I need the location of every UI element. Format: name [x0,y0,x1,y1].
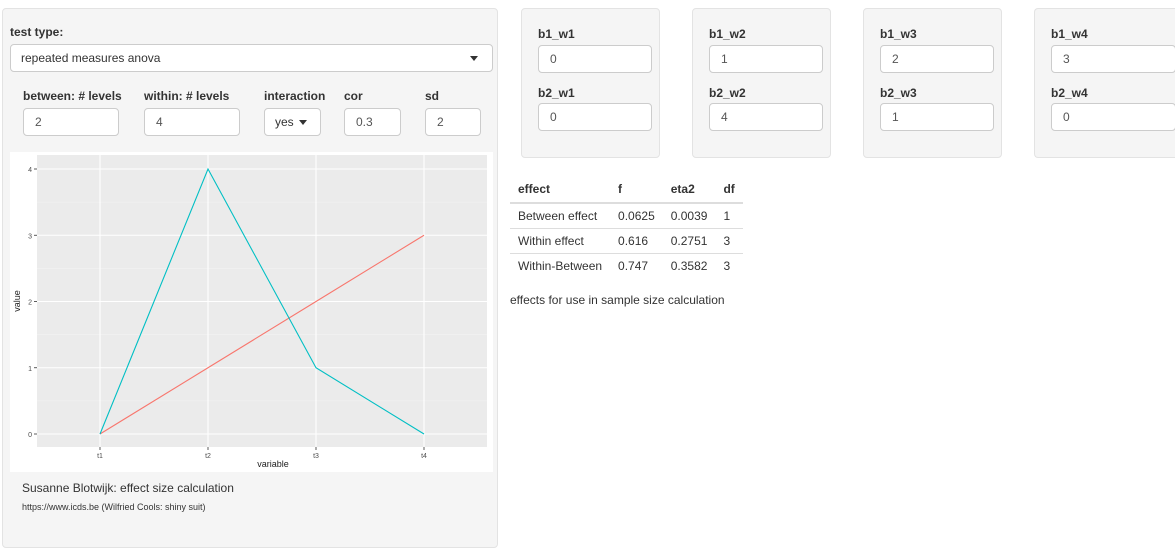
table-row: Within effect 0.616 0.2751 3 [510,228,743,254]
means-panel-w2: b1_w2 1 b2_w2 4 [692,8,831,158]
df-cell: 3 [715,253,743,279]
column-header: df [715,176,743,204]
f-cell: 0.0625 [610,202,663,229]
x-tick-label: t1 [97,453,103,460]
b1-w2-input[interactable]: 1 [709,45,823,73]
x-tick-label: t2 [205,453,211,460]
y-tick-label: 1 [28,366,32,373]
within-levels-label: within: # levels [144,89,230,103]
f-cell: 0.747 [610,253,663,279]
x-tick-label: t4 [421,453,427,460]
caret-down-icon [470,56,478,61]
table-header-row: effect f eta2 df [510,176,743,204]
means-plot: 0 1 2 3 4 t1 t2 t3 t4 variable value [10,152,493,472]
means-panel-w1: b1_w1 0 b2_w1 0 [521,8,660,158]
b1-w4-input[interactable]: 3 [1051,45,1175,73]
eta2-cell: 0.3582 [662,253,716,279]
df-cell: 3 [715,228,743,254]
between-levels-input[interactable]: 2 [23,108,119,136]
x-tick-label: t3 [313,453,319,460]
between-levels-label: between: # levels [23,89,122,103]
y-tick-label: 4 [28,167,32,174]
b1-w1-input[interactable]: 0 [538,45,652,73]
column-header: effect [510,176,611,204]
means-panel-w3: b1_w3 2 b2_w3 1 [863,8,1002,158]
b1-w3-input[interactable]: 2 [880,45,994,73]
sd-label: sd [425,89,440,103]
b1-w4-label: b1_w4 [1051,27,1088,41]
eta2-cell: 0.2751 [662,228,716,254]
effects-note: effects for use in sample size calculati… [510,293,725,307]
table-row: Within-Between 0.747 0.3582 3 [510,253,743,279]
column-header: eta2 [662,176,716,204]
b1-w1-label: b1_w1 [538,27,575,41]
effect-name-cell: Within effect [510,228,611,254]
column-header: f [610,176,663,204]
b2-w3-input[interactable]: 1 [880,103,994,131]
footer-credit: https://www.icds.be (Wilfried Cools: shi… [22,502,206,512]
y-tick-label: 0 [28,432,32,439]
effect-name-cell: Between effect [510,202,611,229]
interaction-value: yes [275,115,294,129]
y-tick-label: 3 [28,233,32,240]
df-cell: 1 [715,202,743,229]
b2-w2-label: b2_w2 [709,86,746,100]
x-axis-title: variable [257,459,289,469]
test-type-value: repeated measures anova [21,51,161,65]
test-type-select[interactable]: repeated measures anova [10,44,493,72]
footer-title: Susanne Blotwijk: effect size calculatio… [22,481,234,495]
interaction-label: interaction [264,89,326,103]
means-line-chart: 0 1 2 3 4 t1 t2 t3 t4 variable value [12,155,487,469]
f-cell: 0.616 [610,228,663,254]
b1-w3-label: b1_w3 [880,27,917,41]
b2-w1-input[interactable]: 0 [538,103,652,131]
y-axis-title: value [12,290,22,312]
effect-name-cell: Within-Between [510,253,611,279]
b2-w3-label: b2_w3 [880,86,917,100]
b2-w1-label: b2_w1 [538,86,575,100]
table-row: Between effect 0.0625 0.0039 1 [510,202,743,229]
b2-w4-input[interactable]: 0 [1051,103,1175,131]
b1-w2-label: b1_w2 [709,27,746,41]
caret-down-icon [299,120,307,125]
sd-input[interactable]: 2 [425,108,481,136]
y-tick-label: 2 [28,300,32,307]
cor-input[interactable]: 0.3 [344,108,401,136]
within-levels-input[interactable]: 4 [144,108,240,136]
effects-table: effect f eta2 df Between effect 0.0625 0… [510,176,743,279]
test-type-label: test type: [10,25,64,39]
means-panel-w4: b1_w4 3 b2_w4 0 [1034,8,1175,158]
eta2-cell: 0.0039 [662,202,716,229]
interaction-dropdown[interactable]: yes [264,108,321,136]
b2-w2-input[interactable]: 4 [709,103,823,131]
cor-label: cor [344,89,363,103]
b2-w4-label: b2_w4 [1051,86,1088,100]
